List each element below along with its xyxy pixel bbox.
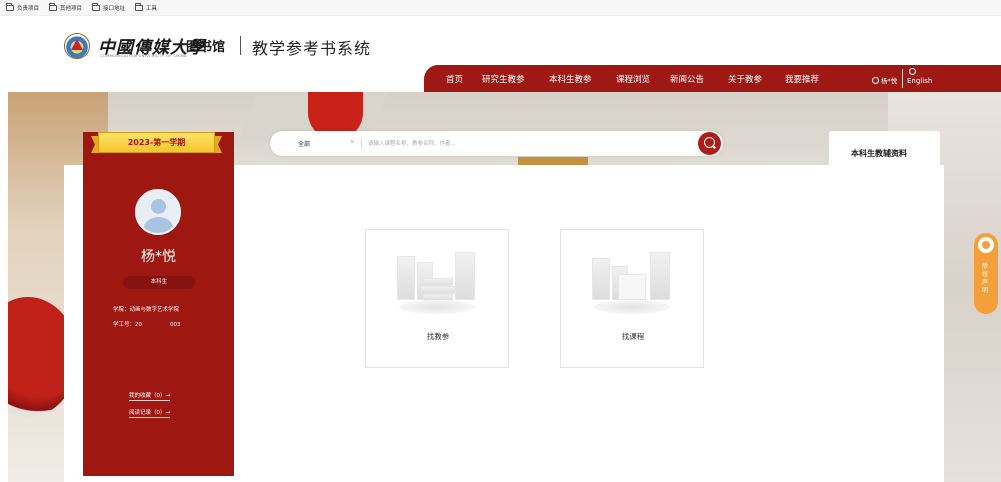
avatar-body — [144, 217, 173, 233]
nav-item-courses[interactable]: 课程浏览 — [616, 73, 650, 85]
chevron-down-icon[interactable]: ∨ — [350, 138, 354, 145]
bookmark-label: 工具 — [146, 5, 158, 12]
illus-book — [421, 286, 455, 294]
illus-book — [423, 278, 453, 286]
search-input[interactable] — [368, 136, 688, 151]
logo-divider — [240, 36, 241, 55]
language-switch[interactable]: English — [907, 77, 932, 85]
copyright-notice-label: 版权声明 — [982, 263, 989, 294]
illus-base — [594, 300, 670, 314]
user-icon — [872, 76, 879, 84]
card-label: 找课程 — [621, 332, 645, 341]
university-logo-english: COMMUNICATION UNIVERSITY OF CHINA — [100, 54, 188, 58]
search-icon[interactable] — [698, 132, 721, 155]
nav-item-undergraduate[interactable]: 本科生教参 — [549, 73, 592, 85]
find-reference-card[interactable]: 找教参 — [365, 229, 509, 368]
illus-base — [399, 300, 475, 314]
student-id-label: 学工号：20 — [113, 322, 142, 328]
term-label: 2023-第一学期 — [127, 138, 186, 147]
reading-history-link[interactable]: 阅读记录（0）→ — [129, 408, 171, 418]
illus-open-book — [618, 274, 646, 300]
avatar[interactable] — [135, 189, 181, 235]
folder-icon — [135, 2, 144, 11]
nav-divider — [902, 69, 903, 88]
bookmarks-bar: 负责项目 其他项目 接口地址 工具 — [0, 0, 1001, 16]
open-book-icon — [588, 248, 676, 318]
find-course-card[interactable]: 找课程 — [560, 229, 704, 368]
profile-sidebar — [83, 132, 234, 476]
folder-icon — [6, 2, 14, 11]
folder-icon — [92, 2, 101, 11]
library-logo[interactable]: 图书馆 — [186, 36, 225, 55]
nav-user-name: 杨*悦 — [881, 77, 898, 85]
illus-shelf — [650, 252, 670, 300]
bookmark-item[interactable]: 负责项目 — [6, 2, 40, 12]
bookmark-label: 其他项目 — [60, 5, 83, 12]
main-navbar: 首页 研究生教参 本科生教参 课程浏览 新闻公告 关于教参 我要推荐 杨*悦 E… — [424, 65, 1001, 92]
profile-student-id: 学工号：20 003 — [113, 320, 181, 328]
favorites-link[interactable]: 我的收藏（0）→ — [129, 391, 171, 401]
bookmark-label: 负责项目 — [17, 5, 40, 12]
nav-item-about[interactable]: 关于教参 — [728, 73, 762, 85]
bookmark-label: 接口地址 — [103, 5, 126, 12]
illus-shelf — [455, 252, 475, 300]
search-divider — [361, 138, 362, 149]
card-label: 找教参 — [426, 332, 450, 341]
nav-item-graduate[interactable]: 研究生教参 — [482, 73, 525, 85]
bookmark-item[interactable]: 其他项目 — [49, 2, 83, 12]
tab-undergraduate-materials[interactable]: 本科生教辅资料 — [829, 131, 940, 173]
system-title: 教学参考书系统 — [252, 39, 372, 58]
bookmark-item[interactable]: 接口地址 — [92, 2, 126, 12]
profile-name: 杨*悦 — [141, 249, 176, 265]
copyright-notice-widget[interactable]: 版权声明 — [974, 233, 998, 314]
books-icon — [393, 248, 481, 318]
notice-icon — [978, 237, 994, 253]
globe-icon[interactable] — [909, 68, 916, 75]
search-scope-select[interactable]: 全部 — [298, 139, 310, 148]
nav-item-home[interactable]: 首页 — [446, 73, 463, 85]
avatar-head — [151, 199, 166, 214]
nav-item-recommend[interactable]: 我要推荐 — [785, 73, 819, 85]
tab-label: 本科生教辅资料 — [851, 149, 907, 158]
student-id-suffix: 003 — [170, 322, 181, 328]
search-bar: 全部 ∨ — [270, 131, 723, 156]
role-badge: 本科生 — [123, 276, 195, 289]
university-emblem-icon[interactable] — [64, 33, 90, 59]
nav-user-menu[interactable]: 杨*悦 — [872, 75, 897, 85]
background-shelf-accent — [518, 157, 588, 165]
illus-shelf — [397, 256, 415, 300]
profile-college: 学院：动画与数字艺术学院 — [113, 307, 180, 313]
nav-item-news[interactable]: 新闻公告 — [670, 73, 704, 85]
bookmark-item[interactable]: 工具 — [135, 2, 158, 12]
folder-icon — [49, 2, 58, 11]
term-ribbon: 2023-第一学期 — [91, 132, 222, 153]
illus-shelf — [592, 258, 610, 300]
